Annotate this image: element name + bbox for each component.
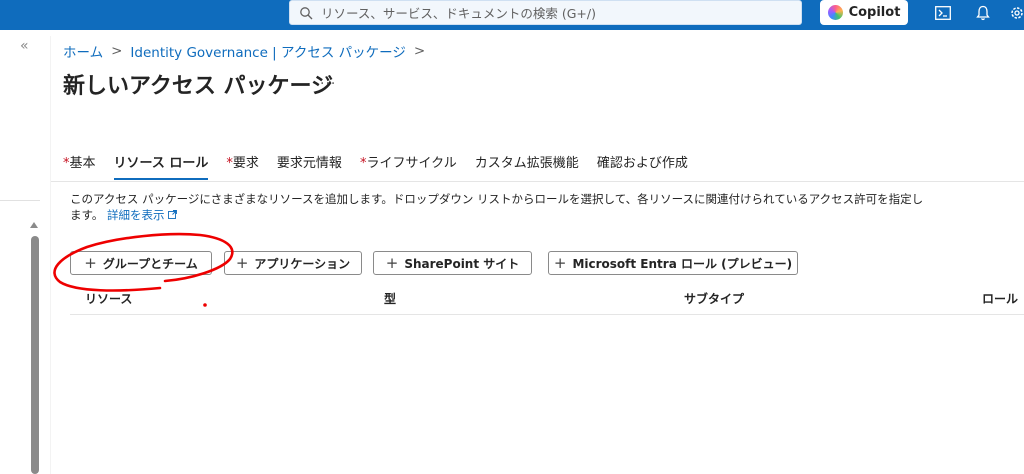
more-options-icon[interactable]: ... [320, 72, 336, 88]
tab-label: 要求 [232, 156, 259, 171]
top-bar: リソース、サービス、ドキュメントの検索 (G+/) Copilot [0, 0, 1024, 30]
tab-label: カスタム拡張機能 [474, 156, 579, 171]
plus-icon: + [84, 254, 97, 272]
tab-resource-roles[interactable]: リソース ロール [113, 152, 209, 180]
tab-label: ライフサイクル [366, 156, 457, 171]
tab-label: 基本 [69, 156, 96, 171]
copilot-icon [827, 5, 843, 20]
tab-label: 確認および作成 [596, 156, 688, 171]
tab-review-create[interactable]: 確認および作成 [597, 152, 688, 180]
add-groups-teams-button[interactable]: + グループとチーム [70, 251, 212, 275]
plus-icon: + [235, 254, 249, 272]
button-label: SharePoint サイト [404, 256, 520, 271]
global-search[interactable]: リソース、サービス、ドキュメントの検索 (G+/) [289, 0, 802, 25]
breadcrumb: ホーム > Identity Governance | アクセス パッケージ > [63, 41, 425, 61]
search-placeholder: リソース、サービス、ドキュメントの検索 (G+/) [321, 6, 596, 21]
description: このアクセス パッケージにさまざまなリソースを追加します。ドロップダウン リスト… [70, 191, 930, 223]
button-label: アプリケーション [254, 256, 351, 271]
scroll-up-arrow-icon[interactable] [30, 222, 38, 228]
settings-icon[interactable] [1006, 2, 1024, 24]
tab-basics[interactable]: *基本 [63, 152, 96, 180]
add-sharepoint-sites-button[interactable]: + SharePoint サイト [373, 251, 532, 275]
column-header-type[interactable]: 型 [384, 290, 396, 307]
column-header-subtype[interactable]: サブタイプ [684, 290, 744, 307]
add-entra-roles-button[interactable]: + Microsoft Entra ロール (プレビュー) [548, 251, 798, 275]
plus-icon: + [553, 254, 567, 272]
tab-label: 要求元情報 [276, 156, 342, 171]
button-label: グループとチーム [102, 256, 198, 271]
content-divider [50, 36, 51, 474]
tab-requestor-information[interactable]: 要求元情報 [277, 152, 342, 180]
learn-more-label: 詳細を表示 [107, 208, 165, 222]
wizard-tabs: *基本 リソース ロール *要求 要求元情報 *ライフサイクル カスタム拡張機能… [63, 152, 706, 180]
cloud-shell-icon[interactable] [932, 2, 954, 24]
column-header-resource[interactable]: リソース [85, 290, 132, 307]
scrollbar-thumb[interactable] [31, 236, 39, 474]
column-header-role[interactable]: ロール [982, 290, 1018, 307]
add-applications-button[interactable]: + アプリケーション [224, 251, 362, 275]
search-icon [300, 6, 313, 19]
breadcrumb-separator: > [111, 43, 123, 59]
description-text: このアクセス パッケージにさまざまなリソースを追加します。ドロップダウン リスト… [70, 192, 924, 222]
tab-lifecycle[interactable]: *ライフサイクル [360, 152, 457, 180]
breadcrumb-separator: > [413, 43, 426, 59]
page-title: 新しいアクセス パッケージ [63, 74, 334, 99]
copilot-label: Copilot [848, 5, 901, 20]
collapse-sidebar-icon[interactable]: « [20, 38, 29, 54]
breadcrumb-home[interactable]: ホーム [63, 41, 103, 61]
external-link-icon [168, 210, 178, 219]
tab-label: リソース ロール [113, 156, 209, 171]
learn-more-link[interactable]: 詳細を表示 [107, 208, 178, 222]
plus-icon: + [385, 254, 399, 272]
tab-custom-extensions[interactable]: カスタム拡張機能 [475, 152, 579, 180]
tabs-divider [51, 181, 1024, 182]
table-header-divider [70, 314, 1024, 315]
copilot-button[interactable]: Copilot [820, 0, 908, 25]
tab-requests[interactable]: *要求 [226, 152, 259, 180]
red-dot-annotation [203, 303, 207, 307]
button-label: Microsoft Entra ロール (プレビュー) [572, 256, 793, 271]
sidebar-divider [0, 200, 40, 201]
bell-icon[interactable] [972, 2, 994, 24]
breadcrumb-identity-governance[interactable]: Identity Governance | アクセス パッケージ [130, 41, 405, 61]
